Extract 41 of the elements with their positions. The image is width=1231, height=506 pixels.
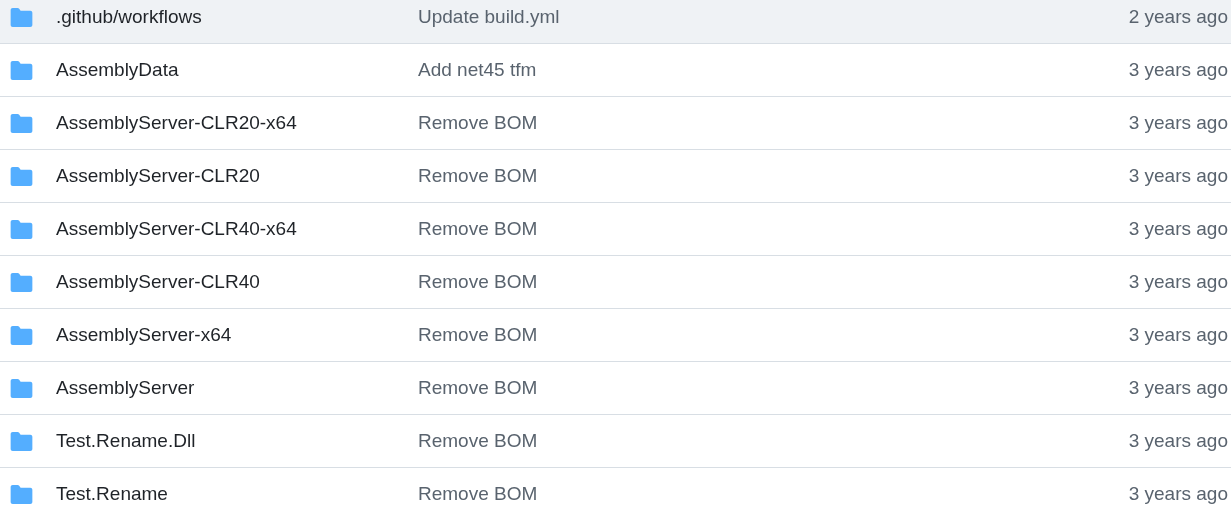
commit-message-link[interactable]: Add net45 tfm	[418, 59, 1129, 81]
commit-message-link[interactable]: Remove BOM	[418, 218, 1129, 240]
commit-age-text: 3 years ago	[1128, 483, 1228, 505]
commit-message-link[interactable]: Remove BOM	[418, 377, 1129, 399]
folder-icon	[10, 431, 33, 451]
commit-age-text: 3 years ago	[1128, 377, 1228, 399]
folder-icon	[10, 325, 33, 345]
commit-message-link[interactable]: Update build.yml	[418, 6, 1129, 28]
folder-name-link[interactable]: AssemblyServer-CLR20	[56, 165, 418, 187]
folder-name-link[interactable]: AssemblyServer-CLR40-x64	[56, 218, 418, 240]
folder-name-link[interactable]: AssemblyServer	[56, 377, 418, 399]
file-row[interactable]: .github/workflows Update build.yml 2 years ago	[0, 0, 1231, 44]
folder-icon	[10, 7, 33, 27]
folder-name-link[interactable]: .github/workflows	[56, 6, 418, 28]
commit-age-text: 3 years ago	[1128, 324, 1228, 346]
commit-message-link[interactable]: Remove BOM	[418, 324, 1129, 346]
folder-name-link[interactable]: AssemblyServer-x64	[56, 324, 418, 346]
commit-message-link[interactable]: Remove BOM	[418, 430, 1129, 452]
commit-age-text: 3 years ago	[1128, 112, 1228, 134]
folder-icon	[10, 166, 33, 186]
commit-message-link[interactable]: Remove BOM	[418, 112, 1129, 134]
folder-icon	[10, 219, 33, 239]
folder-icon	[10, 484, 33, 504]
commit-age-text: 3 years ago	[1128, 165, 1228, 187]
folder-icon	[10, 113, 33, 133]
folder-name-link[interactable]: Test.Rename	[56, 483, 418, 505]
commit-age-text: 3 years ago	[1128, 271, 1228, 293]
commit-message-link[interactable]: Remove BOM	[418, 165, 1129, 187]
folder-icon	[10, 378, 33, 398]
folder-icon	[10, 272, 33, 292]
folder-name-link[interactable]: AssemblyData	[56, 59, 418, 81]
folder-name-link[interactable]: AssemblyServer-CLR40	[56, 271, 418, 293]
commit-age-text: 3 years ago	[1128, 430, 1228, 452]
commit-age-text: 3 years ago	[1128, 59, 1228, 81]
commit-message-link[interactable]: Remove BOM	[418, 271, 1129, 293]
commit-age-text: 2 years ago	[1128, 6, 1228, 28]
commit-age-text: 3 years ago	[1128, 218, 1228, 240]
commit-message-link[interactable]: Remove BOM	[418, 483, 1129, 505]
folder-name-link[interactable]: AssemblyServer-CLR20-x64	[56, 112, 418, 134]
folder-name-link[interactable]: Test.Rename.Dll	[56, 430, 418, 452]
folder-icon	[10, 60, 33, 80]
